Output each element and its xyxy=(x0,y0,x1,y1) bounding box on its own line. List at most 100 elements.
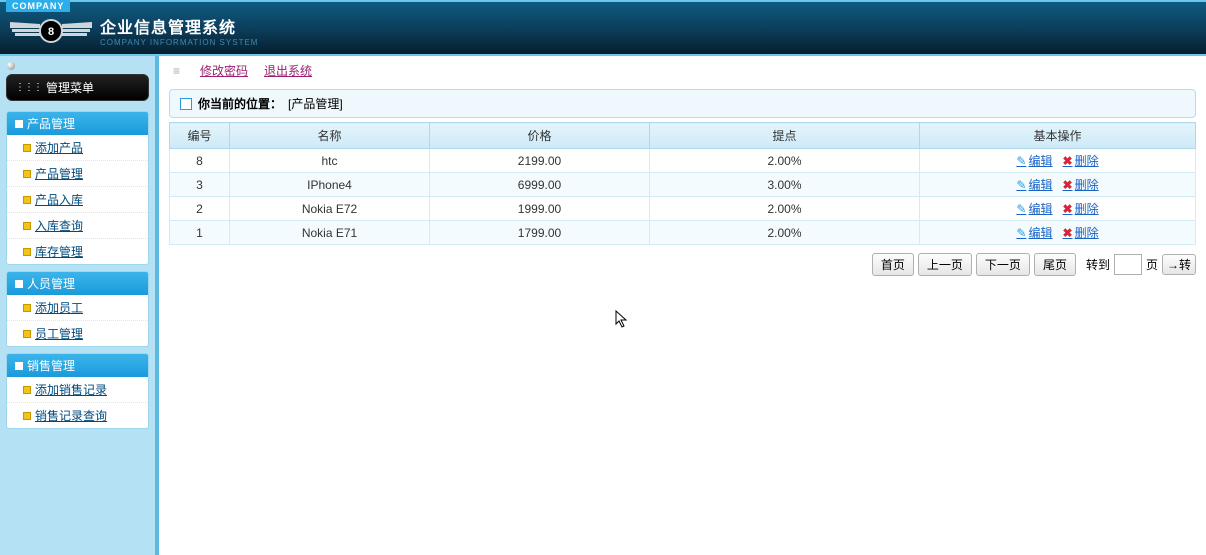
cell-rate: 2.00% xyxy=(650,221,920,245)
change-password-link[interactable]: 修改密码 xyxy=(200,62,248,79)
pencil-icon: ✎ xyxy=(1016,178,1026,192)
bullet-icon xyxy=(23,170,31,178)
cell-name: Nokia E72 xyxy=(230,197,430,221)
bullet-icon xyxy=(23,412,31,420)
bullet-icon xyxy=(23,304,31,312)
sidebar-item[interactable]: 添加产品 xyxy=(7,135,148,160)
sidebar-item-link[interactable]: 添加销售记录 xyxy=(35,381,107,398)
sidebar-item-link[interactable]: 添加员工 xyxy=(35,299,83,316)
x-icon: ✖ xyxy=(1063,202,1073,216)
square-icon xyxy=(15,120,23,128)
col-id: 编号 xyxy=(170,123,230,149)
bullet-icon xyxy=(23,248,31,256)
app-subtitle: COMPANY INFORMATION SYSTEM xyxy=(100,38,258,47)
delete-link[interactable]: ✖删除 xyxy=(1063,200,1099,217)
edit-link[interactable]: ✎编辑 xyxy=(1016,152,1052,169)
pager-next-button[interactable]: 下一页 xyxy=(976,253,1030,276)
sidebar-item-link[interactable]: 产品入库 xyxy=(35,191,83,208)
pager-page-suffix: 页 xyxy=(1146,256,1158,273)
sidebar-item[interactable]: 员工管理 xyxy=(7,320,148,346)
table-row: 3IPhone46999.003.00% ✎编辑 ✖删除 xyxy=(170,173,1196,197)
table-row: 8htc2199.002.00% ✎编辑 ✖删除 xyxy=(170,149,1196,173)
dots-icon: ⋮⋮⋮ xyxy=(15,82,42,93)
sidebar-item-link[interactable]: 入库查询 xyxy=(35,217,83,234)
sidebar-section-label: 人员管理 xyxy=(27,275,75,292)
edit-link[interactable]: ✎编辑 xyxy=(1016,176,1052,193)
pager-first-button[interactable]: 首页 xyxy=(872,253,914,276)
pager-go-button[interactable]: →转 xyxy=(1162,254,1196,275)
sidebar-menu-header-label: 管理菜单 xyxy=(46,79,94,96)
pager-last-button[interactable]: 尾页 xyxy=(1034,253,1076,276)
square-icon xyxy=(15,280,23,288)
delete-link[interactable]: ✖删除 xyxy=(1063,224,1099,241)
cell-price: 1999.00 xyxy=(430,197,650,221)
cell-rate: 3.00% xyxy=(650,173,920,197)
delete-link[interactable]: ✖删除 xyxy=(1063,176,1099,193)
delete-link[interactable]: ✖删除 xyxy=(1063,152,1099,169)
sidebar-item[interactable]: 添加销售记录 xyxy=(7,377,148,402)
cell-name: htc xyxy=(230,149,430,173)
cell-rate: 2.00% xyxy=(650,149,920,173)
bullet-icon xyxy=(23,222,31,230)
app-header: COMPANY 8 企业信息管理系统 COMPANY INFORMATION S… xyxy=(0,0,1206,56)
sidebar-item[interactable]: 产品入库 xyxy=(7,186,148,212)
col-rate: 提点 xyxy=(650,123,920,149)
sidebar-section-title[interactable]: 产品管理 xyxy=(7,112,148,135)
sidebar-section-title[interactable]: 人员管理 xyxy=(7,272,148,295)
grip-icon: ≡ xyxy=(173,64,180,78)
table-row: 2Nokia E721999.002.00% ✎编辑 ✖删除 xyxy=(170,197,1196,221)
logo-wings-icon: 8 xyxy=(10,16,92,46)
sidebar-item[interactable]: 销售记录查询 xyxy=(7,402,148,428)
sidebar-section-label: 产品管理 xyxy=(27,115,75,132)
cell-rate: 2.00% xyxy=(650,197,920,221)
sidebar-section-sales: 销售管理 添加销售记录 销售记录查询 xyxy=(6,353,149,429)
x-icon: ✖ xyxy=(1063,178,1073,192)
cell-id: 8 xyxy=(170,149,230,173)
x-icon: ✖ xyxy=(1063,226,1073,240)
cell-id: 2 xyxy=(170,197,230,221)
col-name: 名称 xyxy=(230,123,430,149)
sidebar-section-title[interactable]: 销售管理 xyxy=(7,354,148,377)
cell-ops: ✎编辑 ✖删除 xyxy=(920,221,1196,245)
sidebar-item-link[interactable]: 产品管理 xyxy=(35,165,83,182)
pager: 首页 上一页 下一页 尾页 转到 页 →转 xyxy=(169,253,1196,276)
col-ops: 基本操作 xyxy=(920,123,1196,149)
edit-link[interactable]: ✎编辑 xyxy=(1016,224,1052,241)
pencil-icon: ✎ xyxy=(1016,202,1026,216)
pager-prev-button[interactable]: 上一页 xyxy=(918,253,972,276)
sidebar-item[interactable]: 入库查询 xyxy=(7,212,148,238)
edit-link[interactable]: ✎编辑 xyxy=(1016,200,1052,217)
product-table: 编号 名称 价格 提点 基本操作 8htc2199.002.00%✎编辑✖删除3… xyxy=(169,122,1196,245)
sidebar-item-link[interactable]: 库存管理 xyxy=(35,243,83,260)
svg-text:8: 8 xyxy=(48,26,54,38)
cell-price: 2199.00 xyxy=(430,149,650,173)
sidebar-item-link[interactable]: 销售记录查询 xyxy=(35,407,107,424)
cell-name: Nokia E71 xyxy=(230,221,430,245)
sidebar: ⋮⋮⋮ 管理菜单 产品管理 添加产品 产品管理 产品入库 入库查询 库存管理 xyxy=(0,56,155,555)
cell-id: 3 xyxy=(170,173,230,197)
bullet-icon xyxy=(23,196,31,204)
main-content: ≡ 修改密码 退出系统 你当前的位置： [产品管理] 编号 名称 价格 提点 xyxy=(155,56,1206,555)
sidebar-item-link[interactable]: 添加产品 xyxy=(35,139,83,156)
cell-ops: ✎编辑 ✖删除 xyxy=(920,197,1196,221)
sidebar-section-label: 销售管理 xyxy=(27,357,75,374)
company-tag: COMPANY xyxy=(6,0,70,12)
cell-price: 6999.00 xyxy=(430,173,650,197)
sidebar-item-link[interactable]: 员工管理 xyxy=(35,325,83,342)
cell-name: IPhone4 xyxy=(230,173,430,197)
breadcrumb-label: 你当前的位置： xyxy=(198,95,282,112)
breadcrumb: 你当前的位置： [产品管理] xyxy=(169,89,1196,118)
sidebar-item[interactable]: 库存管理 xyxy=(7,238,148,264)
pencil-icon: ✎ xyxy=(1016,226,1026,240)
cell-id: 1 xyxy=(170,221,230,245)
bullet-icon xyxy=(23,144,31,152)
top-links-bar: ≡ 修改密码 退出系统 xyxy=(159,56,1206,85)
sidebar-item[interactable]: 产品管理 xyxy=(7,160,148,186)
sidebar-item[interactable]: 添加员工 xyxy=(7,295,148,320)
pager-goto-input[interactable] xyxy=(1114,254,1142,275)
bullet-icon xyxy=(23,386,31,394)
logout-link[interactable]: 退出系统 xyxy=(264,62,312,79)
document-icon xyxy=(180,98,192,110)
cell-price: 1799.00 xyxy=(430,221,650,245)
bullet-icon xyxy=(23,330,31,338)
